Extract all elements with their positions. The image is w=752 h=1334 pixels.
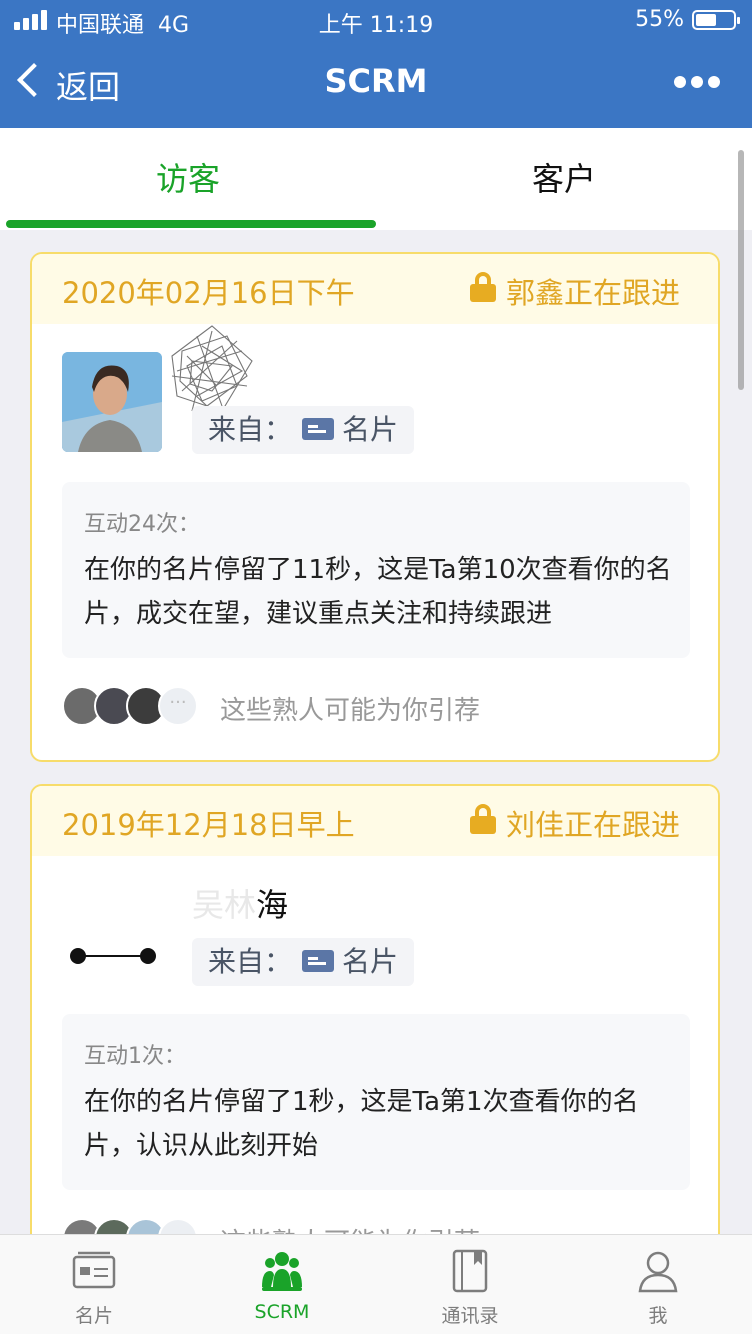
address-book-icon	[452, 1249, 488, 1293]
source-label: 来自：	[208, 413, 293, 446]
link-icon	[70, 948, 156, 964]
source-tag: 来自： 名片	[192, 938, 415, 986]
page-title: SCRM	[324, 62, 428, 100]
person-icon	[638, 1251, 678, 1293]
interaction-text: 在你的名片停留了1秒，这是Ta第1次查看你的名片，认识从此刻开始	[84, 1087, 639, 1161]
visitor-name: 吴林海	[192, 886, 289, 924]
battery-percent: 55%	[635, 7, 684, 32]
source-label: 来自：	[208, 945, 293, 978]
segment-tabs: 访客 客户	[0, 128, 752, 230]
interaction-count: 互动24次：	[84, 512, 200, 537]
source-tag: 来自： 名片	[192, 406, 415, 454]
lock-icon	[470, 804, 496, 834]
source-value: 名片	[342, 945, 399, 978]
tabbar-item-card[interactable]: 名片	[0, 1235, 188, 1334]
visit-date: 2019年12月18日早上	[62, 808, 355, 842]
lock-icon	[470, 272, 496, 302]
visit-date: 2020年02月16日下午	[62, 276, 355, 310]
business-card-icon	[72, 1251, 116, 1289]
tabbar-label: 通讯录	[441, 1305, 499, 1327]
tabbar-item-scrm[interactable]: SCRM	[188, 1235, 376, 1334]
tab-indicator	[6, 220, 376, 228]
more-contacts-icon: ···	[158, 686, 198, 726]
business-card-icon	[302, 418, 335, 440]
scrollbar[interactable]	[738, 150, 744, 390]
top-bar: 中国联通 4G 上午 11:19 55% 返回 SCRM	[0, 0, 752, 128]
card-header: 2020年02月16日下午 郭鑫正在跟进	[32, 254, 718, 324]
business-card-icon	[302, 950, 335, 972]
follower-status: 刘佳正在跟进	[506, 808, 681, 842]
interaction-text: 在你的名片停留了11秒，这是Ta第10次查看你的名片，成交在望，建议重点关注和持…	[84, 555, 672, 629]
avatar[interactable]	[62, 352, 162, 452]
visitor-card[interactable]: 2019年12月18日早上 刘佳正在跟进 吴林海 来自： 名片 互动1次： 在你的…	[30, 784, 720, 1254]
tab-customers[interactable]: 客户	[376, 128, 752, 230]
people-group-icon	[262, 1252, 302, 1291]
interaction-summary: 互动24次： 在你的名片停留了11秒，这是Ta第10次查看你的名片，成交在望，建…	[62, 482, 690, 658]
source-value: 名片	[342, 413, 399, 446]
tabbar-label: 名片	[74, 1305, 113, 1327]
tab-visitors[interactable]: 访客	[0, 128, 376, 230]
tabbar-label: SCRM	[254, 1301, 310, 1323]
more-icon[interactable]	[674, 76, 720, 88]
visitor-card[interactable]: 2020年02月16日下午 郭鑫正在跟进 来自： 名片 互动24次： 在你的名片停…	[30, 252, 720, 762]
interaction-summary: 互动1次： 在你的名片停留了1秒，这是Ta第1次查看你的名片，认识从此刻开始	[62, 1014, 690, 1190]
referral-text: 这些熟人可能为你引荐	[220, 696, 481, 726]
card-header: 2019年12月18日早上 刘佳正在跟进	[32, 786, 718, 856]
tabbar-item-contacts[interactable]: 通讯录	[376, 1235, 564, 1334]
bottom-tab-bar: 名片 SCRM 通讯录 我	[0, 1234, 752, 1334]
interaction-count: 互动1次：	[84, 1044, 186, 1069]
battery-icon	[692, 10, 740, 30]
tabbar-item-me[interactable]: 我	[564, 1235, 752, 1334]
status-bar: 中国联通 4G 上午 11:19 55%	[0, 0, 752, 40]
follower-status: 郭鑫正在跟进	[506, 276, 681, 310]
tabbar-label: 我	[648, 1305, 668, 1327]
